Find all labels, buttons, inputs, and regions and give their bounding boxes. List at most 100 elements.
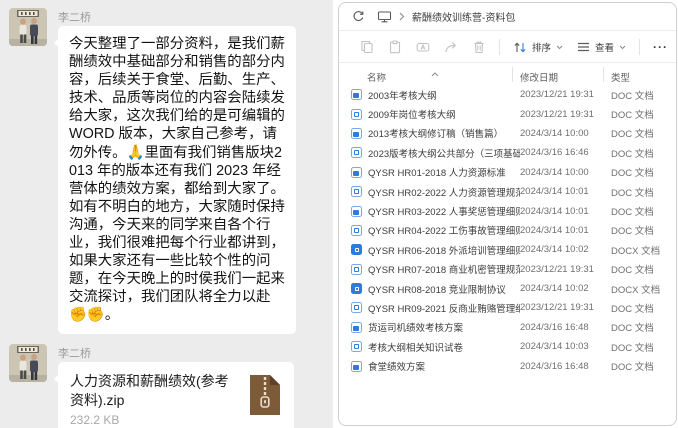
file-type: DOC 文档 xyxy=(611,168,654,180)
word-document-icon xyxy=(351,166,362,178)
word-document-icon xyxy=(351,244,362,256)
file-type: DOC 文档 xyxy=(611,187,654,199)
file-name: 2009年岗位考核大纲 xyxy=(368,110,456,122)
file-name: 2023版考核大纲公共部分（三项基础考... xyxy=(368,148,520,160)
file-row[interactable]: QYSR HR02-2022 人力资源管理规范 2024/3/14 10:01 DO… xyxy=(339,182,676,201)
sender-name: 李二桥 xyxy=(58,12,91,24)
file-date-modified: 2024/3/14 10:00 xyxy=(520,127,589,139)
file-type: DOC 文档 xyxy=(611,362,654,374)
file-row[interactable]: 考核大纲相关知识试卷 2024/3/14 10:03 DOC 文档 xyxy=(339,337,676,356)
word-document-icon xyxy=(351,224,362,236)
file-name: QYSR HR06-2018 外派培训管理细则 -ok xyxy=(368,245,520,257)
file-row[interactable]: QYSR HR08-2018 竞业限制协议 2024/3/14 10:02 DOCX… xyxy=(339,279,676,298)
column-header-date[interactable]: 修改日期 xyxy=(520,70,558,84)
chevron-down-icon xyxy=(619,45,626,49)
file-type: DOC 文档 xyxy=(611,303,654,315)
file-name: QYSR HR07-2018 商业机密管理规范 xyxy=(368,265,520,277)
paste-button[interactable] xyxy=(381,35,409,59)
sender-avatar[interactable] xyxy=(9,344,47,382)
word-document-icon xyxy=(351,89,362,101)
file-type: DOC 文档 xyxy=(611,90,654,102)
chat-message-text: 今天整理了一部分资料，是我们薪酬绩效中基础部分和销售的部分内容，后续关于食堂、后… xyxy=(69,36,285,324)
file-date-modified: 2024/3/14 10:01 xyxy=(520,224,589,236)
file-row[interactable]: QYSR HR07-2018 商业机密管理规范 2023/12/21 19:31 D… xyxy=(339,260,676,279)
file-row[interactable]: QYSR HR09-2021 反商业贿赂管理细则 2023/12/21 19:31… xyxy=(339,298,676,317)
screen: 李二桥 今天整理了一部分资料，是我们薪酬绩效中基础部分和销售的部分内容，后续关于… xyxy=(0,0,678,428)
breadcrumb: 薪酬绩效训练营-资料包 xyxy=(377,9,515,24)
file-attachment-size: 232.2 KB xyxy=(70,413,120,427)
file-date-modified: 2024/3/14 10:03 xyxy=(520,341,589,353)
word-document-icon xyxy=(351,127,362,139)
ellipsis-icon: ··· xyxy=(653,40,669,54)
file-name: 食堂绩效方案 xyxy=(368,362,426,374)
file-name: 2003年考核大纲 xyxy=(368,90,437,102)
trash-icon xyxy=(474,41,484,54)
column-header-type[interactable]: 类型 xyxy=(611,70,630,84)
file-type: DOC 文档 xyxy=(611,226,654,238)
column-header-name[interactable]: 名称 xyxy=(367,70,386,84)
avatar-photo-icon xyxy=(9,8,47,46)
file-attachment-card[interactable]: 人力资源和薪酬绩效(参考资料).zip 232.2 KB xyxy=(54,362,294,428)
word-document-icon xyxy=(351,108,362,120)
file-row[interactable]: 食堂绩效方案 2024/3/16 16:48 DOC 文档 xyxy=(339,356,676,375)
word-document-icon xyxy=(351,341,362,353)
file-date-modified: 2024/3/14 10:01 xyxy=(520,186,589,198)
file-type: DOC 文档 xyxy=(611,148,654,160)
file-type: DOC 文档 xyxy=(611,265,654,277)
file-name: QYSR HR02-2022 人力资源管理规范 xyxy=(368,187,520,199)
file-name: QYSR HR03-2022 人事奖惩管理细则-ok xyxy=(368,207,520,219)
sort-label: 排序 xyxy=(532,43,552,54)
file-name: QYSR HR04-2022 工伤事故管理细则- ok xyxy=(368,226,520,238)
word-document-icon xyxy=(351,186,362,198)
word-document-icon xyxy=(351,283,362,295)
more-options-button[interactable]: ··· xyxy=(646,35,675,59)
file-date-modified: 2024/3/16 16:48 xyxy=(520,321,589,333)
file-date-modified: 2024/3/14 10:00 xyxy=(520,166,589,178)
share-button[interactable] xyxy=(437,35,465,59)
column-divider[interactable] xyxy=(512,67,513,82)
rename-button[interactable] xyxy=(409,35,437,59)
file-type: DOCX 文档 xyxy=(611,284,661,296)
file-date-modified: 2023/12/21 19:31 xyxy=(520,302,594,314)
breadcrumb-folder[interactable]: 薪酬绩效训练营-资料包 xyxy=(412,9,515,24)
file-row[interactable]: QYSR HR06-2018 外派培训管理细则 -ok2024/3/14 10:… xyxy=(339,240,676,259)
file-type: DOC 文档 xyxy=(611,110,654,122)
this-pc-icon[interactable] xyxy=(377,10,392,23)
sender-avatar[interactable] xyxy=(9,8,47,46)
file-date-modified: 2024/3/14 10:02 xyxy=(520,283,589,295)
file-name: QYSR HR09-2021 反商业贿赂管理细则 xyxy=(368,303,520,315)
copy-button[interactable] xyxy=(353,35,381,59)
file-date-modified: 2023/12/21 19:31 xyxy=(520,108,594,120)
file-date-modified: 2024/3/16 16:48 xyxy=(520,360,589,372)
column-divider[interactable] xyxy=(603,67,604,82)
file-type: DOC 文档 xyxy=(611,342,654,354)
avatar-photo-icon xyxy=(9,344,47,382)
file-date-modified: 2023/12/21 19:31 xyxy=(520,263,594,275)
word-document-icon xyxy=(351,360,362,372)
file-row[interactable]: 2009年岗位考核大纲 2023/12/21 19:31 DOC 文档 xyxy=(339,104,676,123)
delete-button[interactable] xyxy=(465,35,493,59)
file-row[interactable]: 2013考核大纲修订稿（销售篇） 2024/3/14 10:00 DOC 文档 xyxy=(339,124,676,143)
file-row[interactable]: 2023版考核大纲公共部分（三项基础考...2024/3/16 16:46 DOC… xyxy=(339,143,676,162)
rename-icon xyxy=(416,42,430,52)
chevron-down-icon xyxy=(556,45,563,49)
word-document-icon xyxy=(351,321,362,333)
file-type: DOC 文档 xyxy=(611,129,654,141)
file-row[interactable]: QYSR HR01-2018 人力资源标准 2024/3/14 10:00 DOC … xyxy=(339,163,676,182)
file-type: DOC 文档 xyxy=(611,323,654,335)
file-row[interactable]: 货运司机绩效考核方案 2024/3/16 16:48 DOC 文档 xyxy=(339,318,676,337)
refresh-button[interactable] xyxy=(352,10,365,23)
file-row[interactable]: QYSR HR04-2022 工伤事故管理细则- ok2024/3/14 10:… xyxy=(339,221,676,240)
view-list-icon xyxy=(578,42,590,52)
file-explorer-window: 薪酬绩效训练营-资料包 排序 查看 ··· 名称 修改日期 类型 2003年考核… xyxy=(338,2,677,426)
file-name: QYSR HR08-2018 竞业限制协议 xyxy=(368,284,506,296)
sort-button[interactable]: 排序 xyxy=(506,35,570,59)
file-attachment-meta: 人力资源和薪酬绩效(参考资料).zip 232.2 KB xyxy=(70,372,240,427)
copy-icon xyxy=(361,40,373,54)
file-row[interactable]: 2003年考核大纲 2023/12/21 19:31 DOC 文档 xyxy=(339,85,676,104)
word-document-icon xyxy=(351,205,362,217)
view-button[interactable]: 查看 xyxy=(570,35,633,59)
chevron-right-icon xyxy=(399,12,405,21)
toolbar-divider xyxy=(639,39,641,55)
file-row[interactable]: QYSR HR03-2022 人事奖惩管理细则-ok2024/3/14 10:0… xyxy=(339,201,676,220)
